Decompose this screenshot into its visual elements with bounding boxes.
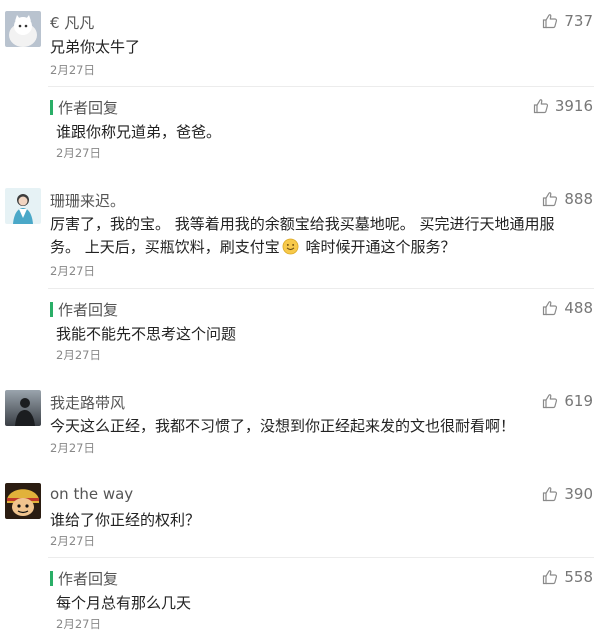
comment-text: 今天这么正经，我都不习惯了，没想到你正经起来发的文也很耐看啊！ <box>50 417 516 435</box>
comment-date: 2月27日 <box>50 534 95 548</box>
reply-date: 2月27日 <box>56 348 101 362</box>
like-button[interactable]: 888 <box>542 190 593 208</box>
thumb-up-icon <box>533 98 549 114</box>
comment-item: 珊珊来迟。 888 厉害了，我的宝。 我等着用我的余额宝给我买墓地呢。 买完进行… <box>0 180 600 380</box>
reply-accent-bar <box>50 571 53 586</box>
author-reply-label: 作者回复 <box>58 99 119 117</box>
like-count: 737 <box>564 12 593 30</box>
reply-date: 2月27日 <box>56 617 101 631</box>
comment-date: 2月27日 <box>50 441 95 455</box>
author-reply-label: 作者回复 <box>58 570 119 588</box>
comment-item: € 凡凡 737 兄弟你太牛了 2月27日 作者回复 3916 谁跟你称兄道弟，… <box>0 0 600 180</box>
reply-text: 我能不能先不思考这个问题 <box>56 325 237 343</box>
like-button[interactable]: 619 <box>542 392 593 410</box>
thumb-up-icon <box>542 191 558 207</box>
like-count: 888 <box>564 190 593 208</box>
thumb-up-icon <box>542 13 558 29</box>
comment-date: 2月27日 <box>50 264 95 278</box>
author-reply-tag: 作者回复 <box>50 568 118 589</box>
comment-date: 2月27日 <box>50 63 95 77</box>
comment-item: on the way 390 谁给了你正经的权利？ 2月27日 作者回复 558… <box>0 475 600 635</box>
author-reply: 作者回复 488 我能不能先不思考这个问题 2月27日 <box>48 288 594 368</box>
comment-username[interactable]: 我走路带风 <box>50 392 125 413</box>
smile-emoji-icon <box>282 238 299 255</box>
comment-text: 厉害了，我的宝。 我等着用我的余额宝给我买墓地呢。 买完进行天地通用服 务。 上… <box>50 213 592 259</box>
reply-like-button[interactable]: 558 <box>542 568 593 586</box>
person-avatar-icon[interactable] <box>5 188 41 224</box>
thumb-up-icon <box>542 393 558 409</box>
anime-avatar-icon[interactable] <box>5 483 41 519</box>
comment-text: 谁给了你正经的权利？ <box>50 511 201 529</box>
comment-username[interactable]: 珊珊来迟。 <box>50 190 125 211</box>
comment-username[interactable]: on the way <box>50 485 133 503</box>
reply-text: 谁跟你称兄道弟，爸爸。 <box>56 123 222 141</box>
reply-date: 2月27日 <box>56 146 101 160</box>
author-reply-tag: 作者回复 <box>50 299 118 320</box>
like-count: 619 <box>564 392 593 410</box>
like-button[interactable]: 737 <box>542 12 593 30</box>
comment-text-segment: 啥时候开通这个服务？ <box>300 238 456 256</box>
author-reply: 作者回复 3916 谁跟你称兄道弟，爸爸。 2月27日 <box>48 86 594 166</box>
comment-text-line: 务。 上天后，买瓶饮料，刷支付宝 啥时候开通这个服务？ <box>50 236 592 259</box>
thumb-up-icon <box>542 300 558 316</box>
cat-avatar-icon[interactable] <box>5 11 41 47</box>
comment-username[interactable]: € 凡凡 <box>50 12 94 33</box>
reply-like-button[interactable]: 3916 <box>533 97 593 115</box>
comment-item: 我走路带风 619 今天这么正经，我都不习惯了，没想到你正经起来发的文也很耐看啊… <box>0 380 600 475</box>
author-reply: 作者回复 558 每个月总有那么几天 2月27日 <box>48 557 594 635</box>
reply-like-button[interactable]: 488 <box>542 299 593 317</box>
author-reply-label: 作者回复 <box>58 301 119 319</box>
thumb-up-icon <box>542 486 558 502</box>
like-count: 558 <box>564 568 593 586</box>
like-count: 3916 <box>554 97 593 115</box>
reply-accent-bar <box>50 302 53 317</box>
comment-text: 兄弟你太牛了 <box>50 38 141 56</box>
author-reply-tag: 作者回复 <box>50 97 118 118</box>
like-count: 390 <box>564 485 593 503</box>
thumb-up-icon <box>542 569 558 585</box>
silhouette-avatar-icon[interactable] <box>5 390 41 426</box>
comment-text-segment: 务。 上天后，买瓶饮料，刷支付宝 <box>50 238 280 256</box>
like-button[interactable]: 390 <box>542 485 593 503</box>
like-count: 488 <box>564 299 593 317</box>
reply-text: 每个月总有那么几天 <box>56 594 192 612</box>
comment-text-line: 厉害了，我的宝。 我等着用我的余额宝给我买墓地呢。 买完进行天地通用服 <box>50 215 555 233</box>
reply-accent-bar <box>50 100 53 115</box>
